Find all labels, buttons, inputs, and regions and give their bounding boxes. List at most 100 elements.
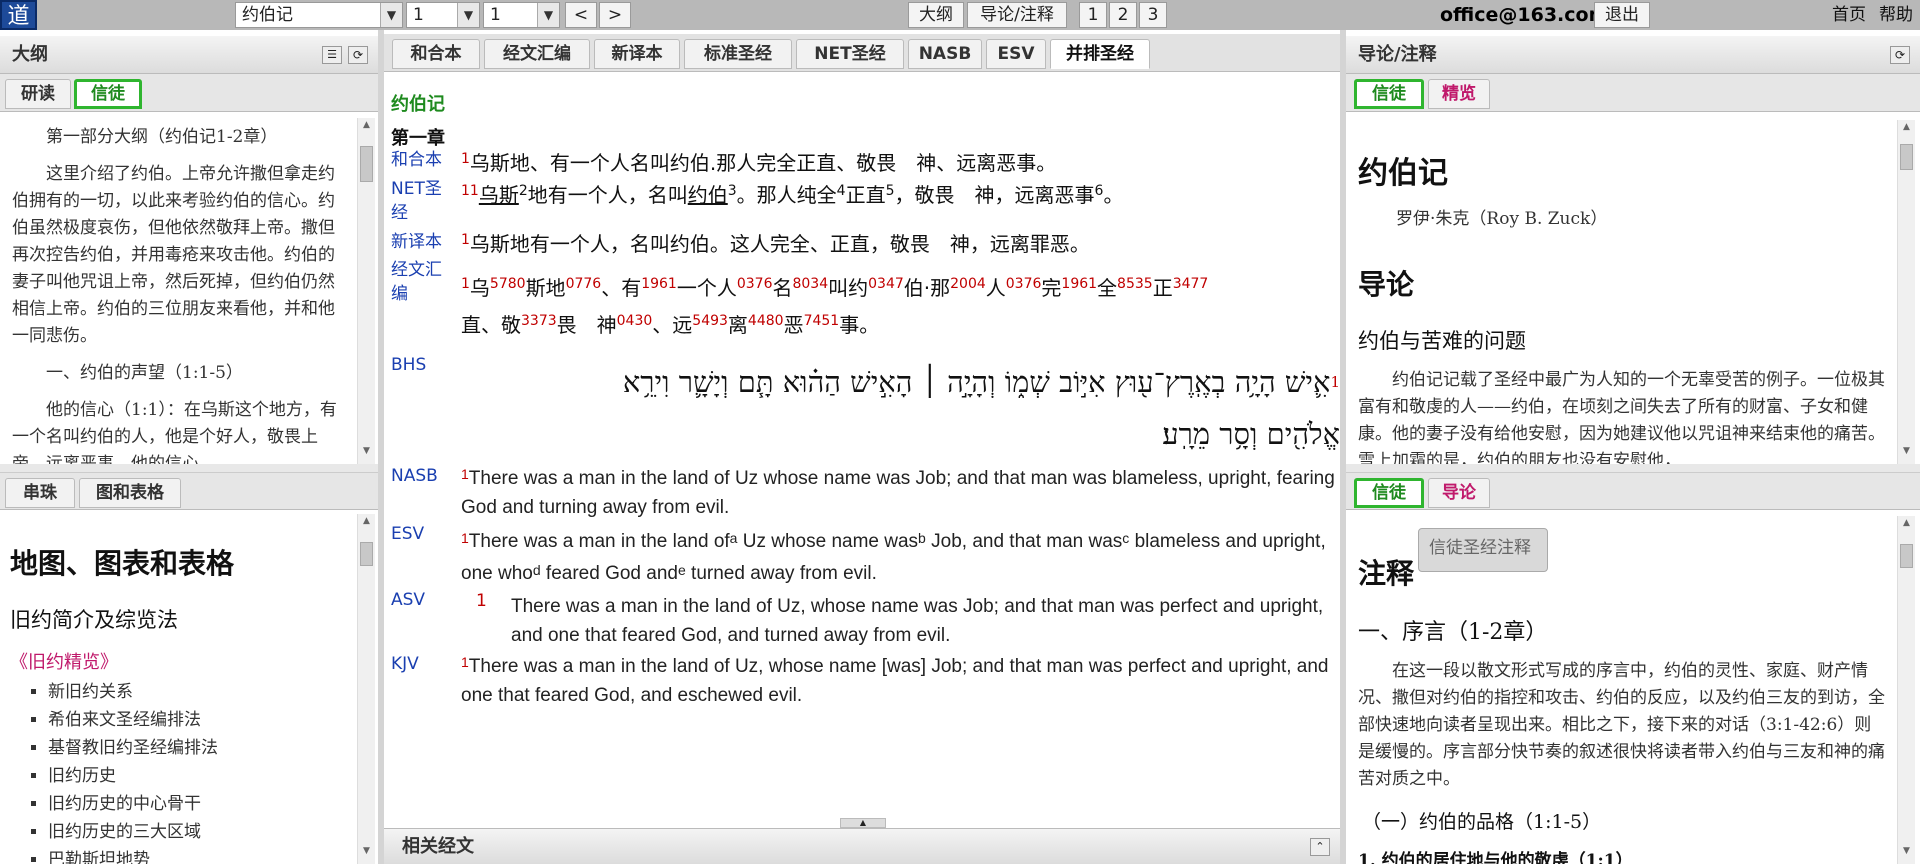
scroll-down-icon[interactable]: ▼: [358, 446, 375, 462]
left-divider[interactable]: [378, 30, 384, 864]
tab-maps-charts[interactable]: 图和表格: [79, 478, 181, 508]
verse-select[interactable]: 1 ▼: [483, 2, 560, 28]
tab-esv[interactable]: ESV: [986, 39, 1046, 69]
refresh-icon[interactable]: ⟳: [1890, 46, 1910, 64]
verse-select-value: 1: [490, 5, 501, 25]
outline-scrollbar[interactable]: ▲ ▼: [357, 118, 375, 464]
next-chapter-button[interactable]: >: [599, 2, 631, 28]
tab-concordance[interactable]: 经文汇编: [484, 39, 590, 69]
layout-1-button[interactable]: 1: [1079, 2, 1107, 28]
tab-study[interactable]: 研读: [5, 79, 71, 109]
list-item[interactable]: 旧约历史的三大区域: [48, 818, 348, 846]
outline-button[interactable]: 大纲: [908, 2, 964, 28]
layout-3-button[interactable]: 3: [1139, 2, 1167, 28]
notes-scrollbar[interactable]: ▲ ▼: [1897, 516, 1915, 864]
version-label-esv[interactable]: ESV: [391, 522, 424, 546]
scroll-up-icon[interactable]: ▲: [358, 516, 375, 532]
maps-scrollbar[interactable]: ▲ ▼: [357, 514, 375, 864]
verse-esv: 1There was a man in the land ofa Uz whos…: [461, 530, 1326, 584]
verse-number[interactable]: 1: [1330, 373, 1340, 391]
intro-paragraph: 约伯记记载了圣经中最广为人知的一个无辜受苦的例子。一位极其富有和敬虔的人——约伯…: [1358, 370, 1885, 464]
tab-intro[interactable]: 导论: [1428, 478, 1490, 508]
version-label-kjv[interactable]: KJV: [391, 652, 419, 676]
outline-paragraph: 一、约伯的声望（1:1-5）: [46, 363, 243, 383]
verse-number[interactable]: 1: [476, 591, 487, 611]
list-item[interactable]: 巴勒斯坦地势: [48, 846, 348, 864]
notes-panel-header: 导论/注释 ⟳: [1346, 36, 1920, 74]
list-icon[interactable]: ☰: [322, 46, 342, 64]
version-label-concordance[interactable]: 经文汇编: [391, 258, 451, 306]
version-label-cuv[interactable]: 和合本: [391, 148, 442, 172]
version-label-nasb[interactable]: NASB: [391, 464, 438, 488]
scroll-up-icon[interactable]: ▲: [1898, 518, 1915, 534]
right-divider[interactable]: [1340, 30, 1346, 864]
verse-number[interactable]: 11: [461, 183, 479, 199]
intro-content: 约伯记 罗伊·朱克（Roy B. Zuck） 导论 约伯与苦难的问题 约伯记记载…: [1346, 118, 1896, 464]
tab-ncv[interactable]: 新译本: [594, 39, 680, 69]
version-label-bhs[interactable]: BHS: [391, 353, 426, 377]
verse-text: There was a man in the land of Uz, whose…: [461, 656, 1329, 706]
tooltip: 信徒圣经注释: [1418, 528, 1548, 572]
left-hsplit[interactable]: [0, 464, 378, 472]
scroll-down-icon[interactable]: ▼: [1898, 446, 1915, 462]
list-item[interactable]: 基督教旧约圣经编排法: [48, 734, 348, 762]
top-toolbar: 道 约伯记 ▼ 1 ▼ 1 ▼ < > 大纲 导论/注释 1 2 3 offic…: [0, 0, 1920, 30]
section-paragraph: 在这一段以散文形式写成的序言中，约伯的灵性、家庭、财产情况、撒但对约伯的指控和攻…: [1358, 661, 1885, 789]
list-item[interactable]: 旧约历史的中心骨干: [48, 790, 348, 818]
scroll-down-icon[interactable]: ▼: [358, 846, 375, 862]
home-link[interactable]: 首页: [1832, 0, 1866, 30]
book-select[interactable]: 约伯记 ▼: [235, 2, 403, 28]
related-panel-header: 相关经文 ⌃: [384, 828, 1340, 864]
prev-chapter-button[interactable]: <: [565, 2, 597, 28]
book-select-value: 约伯记: [242, 5, 293, 25]
tab-cuv[interactable]: 和合本: [392, 39, 480, 69]
bible-version-tabs: 和合本 经文汇编 新译本 标准圣经 NET圣经 NASB ESV 并排圣经: [384, 34, 1340, 72]
refresh-icon[interactable]: ⟳: [348, 46, 368, 64]
maps-link-heading[interactable]: 《旧约精览》: [10, 648, 348, 674]
tab-parallel[interactable]: 并排圣经: [1050, 39, 1150, 69]
app-logo[interactable]: 道: [0, 0, 37, 30]
scroll-thumb[interactable]: [1900, 144, 1913, 170]
scroll-thumb[interactable]: [1900, 544, 1913, 568]
chevron-down-icon[interactable]: ▼: [380, 3, 402, 27]
tab-believer[interactable]: 信徒: [1354, 79, 1424, 109]
list-item[interactable]: 希伯来文圣经编排法: [48, 706, 348, 734]
version-label-ncv[interactable]: 新译本: [391, 230, 442, 254]
verse-text: 乌斯地、有一个人名叫约伯.那人完全正直、敬畏 神、远离恶事。: [469, 151, 1057, 175]
tab-net[interactable]: NET圣经: [796, 39, 904, 69]
intro-scrollbar[interactable]: ▲ ▼: [1897, 120, 1915, 464]
tab-standard[interactable]: 标准圣经: [684, 39, 792, 69]
author-line: 罗伊·朱克（Roy B. Zuck）: [1396, 209, 1608, 229]
tab-believer[interactable]: 信徒: [1354, 478, 1424, 508]
expand-icon[interactable]: ⌃: [1310, 838, 1330, 856]
chevron-down-icon[interactable]: ▼: [457, 3, 479, 27]
verse-number[interactable]: 1: [461, 151, 470, 167]
verse-number[interactable]: 1: [461, 466, 469, 482]
version-label-net[interactable]: NET圣经: [391, 177, 455, 225]
intro-heading: 导论: [1358, 268, 1415, 301]
tab-believer[interactable]: 信徒: [74, 79, 142, 109]
scroll-thumb[interactable]: [360, 146, 373, 182]
intro-notes-button[interactable]: 导论/注释: [967, 2, 1067, 28]
scroll-up-icon[interactable]: ▲: [1898, 122, 1915, 138]
list-item[interactable]: 新旧约关系: [48, 678, 348, 706]
tab-cross-reference[interactable]: 串珠: [5, 478, 75, 508]
right-hsplit[interactable]: [1346, 464, 1920, 472]
help-link[interactable]: 帮助: [1879, 0, 1913, 30]
chevron-down-icon[interactable]: ▼: [537, 3, 559, 27]
verse-number[interactable]: 1: [461, 654, 469, 670]
layout-2-button[interactable]: 2: [1109, 2, 1137, 28]
splitter-handle[interactable]: ▲: [840, 818, 886, 828]
scroll-up-icon[interactable]: ▲: [358, 120, 375, 136]
chapter-select-value: 1: [413, 5, 424, 25]
tab-survey[interactable]: 精览: [1428, 79, 1490, 109]
tab-nasb[interactable]: NASB: [908, 39, 982, 69]
verse-number[interactable]: 1: [461, 232, 470, 248]
version-label-asv[interactable]: ASV: [391, 588, 425, 612]
list-item[interactable]: 旧约历史: [48, 762, 348, 790]
chapter-select[interactable]: 1 ▼: [406, 2, 480, 28]
logout-button[interactable]: 退出: [1594, 2, 1650, 28]
scroll-down-icon[interactable]: ▼: [1898, 846, 1915, 862]
verse-kjv: 1There was a man in the land of Uz, whos…: [461, 652, 1336, 710]
scroll-thumb[interactable]: [360, 542, 373, 566]
